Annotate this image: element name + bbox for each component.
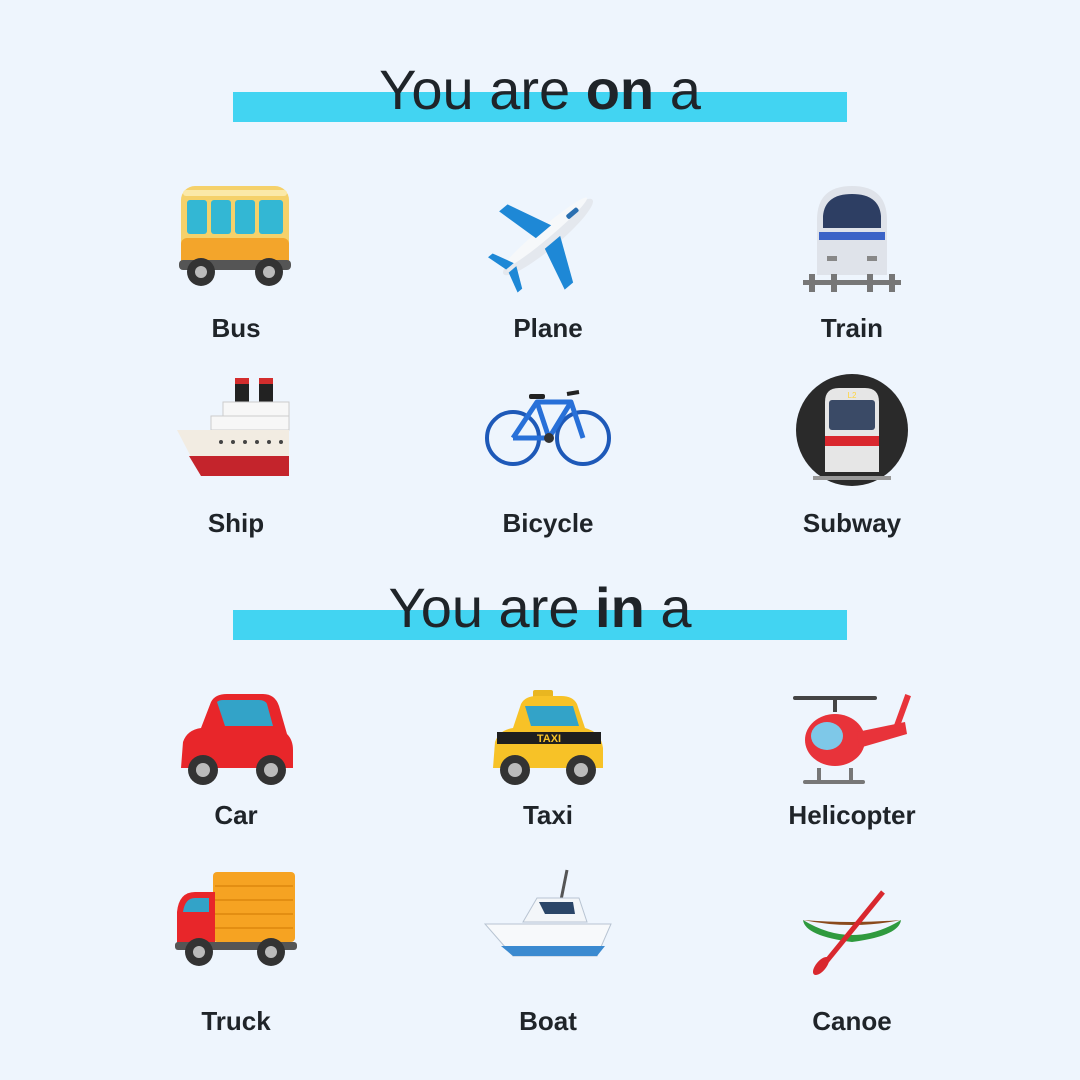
bicycle-icon <box>485 390 611 466</box>
item-label: Ship <box>207 508 265 538</box>
item-plane: Plane <box>398 180 698 350</box>
item-bicycle: Bicycle <box>398 372 698 542</box>
item-label: Truck <box>201 1006 271 1036</box>
boat-icon <box>483 869 612 957</box>
taxi-icon: TAXI <box>493 690 603 785</box>
item-label: Taxi <box>522 800 574 830</box>
heading-title: You are on a <box>379 58 701 121</box>
airplane-icon <box>488 197 593 293</box>
svg-text:L2: L2 <box>848 391 857 400</box>
item-ship: Ship <box>86 372 386 542</box>
item-label: Canoe <box>812 1006 892 1036</box>
item-subway: L2 Subway <box>702 372 1002 542</box>
svg-text:TAXI: TAXI <box>537 733 561 745</box>
item-label: Subway <box>802 508 902 538</box>
subway-icon: L2 <box>796 374 908 486</box>
item-taxi: TAXI Taxi <box>398 688 698 848</box>
heading-on: You are on a <box>0 58 1080 138</box>
truck-icon <box>175 872 297 966</box>
item-label: Bus <box>211 313 261 343</box>
bus-icon <box>179 186 291 286</box>
heading-in: You are in a <box>0 576 1080 656</box>
item-bus: Bus <box>86 180 386 350</box>
item-label: Helicopter <box>788 800 916 830</box>
item-train: Train <box>702 180 1002 350</box>
item-label: Plane <box>513 313 583 343</box>
item-label: Car <box>214 800 258 830</box>
canoe-icon <box>803 890 901 976</box>
car-icon <box>181 694 293 785</box>
ship-icon <box>177 378 290 476</box>
item-label: Boat <box>519 1006 577 1036</box>
item-car: Car <box>86 688 386 848</box>
item-boat: Boat <box>398 866 698 1036</box>
train-icon <box>803 186 901 292</box>
item-helicopter: Helicopter <box>702 688 1002 848</box>
item-label: Bicycle <box>502 508 594 538</box>
helicopter-icon <box>793 694 911 784</box>
heading-title: You are in a <box>388 576 692 639</box>
item-canoe: Canoe <box>702 866 1002 1036</box>
item-label: Train <box>820 313 884 343</box>
item-truck: Truck <box>86 866 386 1036</box>
